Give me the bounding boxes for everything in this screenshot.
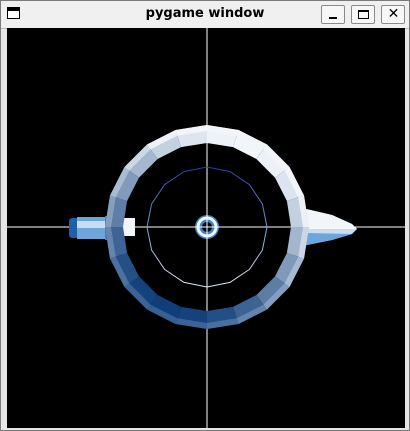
- scene-svg: [7, 28, 405, 428]
- render-canvas[interactable]: [7, 28, 405, 428]
- close-button[interactable]: ✕: [381, 5, 405, 24]
- center-hub: [194, 214, 220, 240]
- close-icon: ✕: [387, 6, 400, 22]
- pygame-window: pygame window ✕: [0, 0, 410, 431]
- minimize-icon: [329, 17, 337, 19]
- maximize-icon: [358, 10, 369, 19]
- right-spout: [302, 208, 357, 246]
- title-bar[interactable]: pygame window ✕: [1, 1, 409, 29]
- maximize-button[interactable]: [351, 5, 375, 24]
- left-spout: [69, 216, 135, 240]
- window-title: pygame window: [145, 6, 265, 21]
- minimize-button[interactable]: [321, 5, 345, 24]
